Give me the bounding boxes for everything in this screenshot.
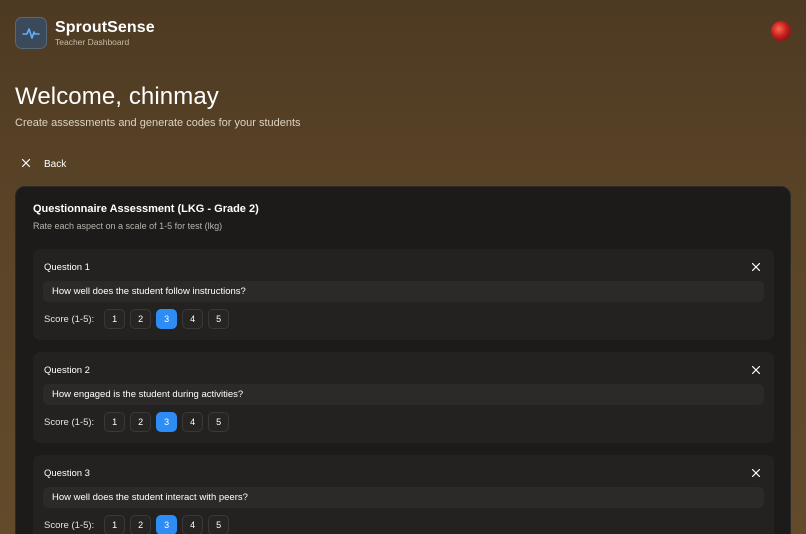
question-text-input[interactable] — [43, 281, 764, 302]
question-label: Question 3 — [44, 468, 90, 479]
app-header: SproutSense Teacher Dashboard — [15, 15, 791, 51]
question-label: Question 1 — [44, 262, 90, 273]
score-label: Score (1-5): — [44, 313, 95, 325]
score-option-5[interactable]: 5 — [208, 515, 230, 534]
app-root: SproutSense Teacher Dashboard Welcome, c… — [0, 0, 806, 534]
avatar[interactable] — [771, 21, 791, 41]
score-selector: Score (1-5): 1 2 3 4 5 — [44, 309, 234, 329]
score-option-5[interactable]: 5 — [208, 412, 230, 432]
question-label: Question 2 — [44, 365, 90, 376]
remove-question-button[interactable] — [750, 364, 762, 376]
score-option-4[interactable]: 4 — [182, 412, 204, 432]
score-option-5[interactable]: 5 — [208, 309, 230, 329]
back-label: Back — [44, 158, 67, 170]
close-icon — [752, 263, 760, 271]
remove-question-button[interactable] — [750, 467, 762, 479]
remove-question-button[interactable] — [750, 261, 762, 273]
score-option-4[interactable]: 4 — [182, 309, 204, 329]
app-name: SproutSense — [55, 19, 155, 36]
score-label: Score (1-5): — [44, 416, 95, 428]
question-text-input[interactable] — [43, 384, 764, 405]
score-label: Score (1-5): — [44, 519, 95, 531]
score-option-2[interactable]: 2 — [130, 515, 152, 534]
pulse-icon — [15, 17, 47, 49]
score-option-1[interactable]: 1 — [104, 515, 126, 534]
back-button[interactable]: Back — [21, 156, 67, 172]
close-icon — [752, 469, 760, 477]
question-card: Question 2 Score (1-5): 1 2 3 4 5 — [33, 352, 774, 443]
app-subtitle: Teacher Dashboard — [55, 37, 130, 47]
welcome-title: Welcome, chinmay — [15, 83, 219, 110]
score-option-1[interactable]: 1 — [104, 412, 126, 432]
question-text-input[interactable] — [43, 487, 764, 508]
score-option-2[interactable]: 2 — [130, 412, 152, 432]
assessment-subtitle: Rate each aspect on a scale of 1-5 for t… — [33, 221, 223, 231]
brand: SproutSense Teacher Dashboard — [55, 18, 155, 48]
question-card: Question 3 Score (1-5): 1 2 3 4 5 — [33, 455, 774, 534]
question-card: Question 1 Score (1-5): 1 2 3 4 5 — [33, 249, 774, 340]
welcome-subtitle: Create assessments and generate codes fo… — [15, 117, 301, 129]
score-option-3[interactable]: 3 — [156, 412, 178, 432]
score-option-3[interactable]: 3 — [156, 309, 178, 329]
score-selector: Score (1-5): 1 2 3 4 5 — [44, 412, 234, 432]
score-option-3[interactable]: 3 — [156, 515, 178, 534]
score-option-4[interactable]: 4 — [182, 515, 204, 534]
score-option-1[interactable]: 1 — [104, 309, 126, 329]
score-selector: Score (1-5): 1 2 3 4 5 — [44, 515, 234, 534]
assessment-card: Questionnaire Assessment (LKG - Grade 2)… — [15, 186, 791, 534]
close-icon — [21, 158, 31, 170]
score-option-2[interactable]: 2 — [130, 309, 152, 329]
assessment-title: Questionnaire Assessment (LKG - Grade 2) — [33, 203, 259, 215]
close-icon — [752, 366, 760, 374]
